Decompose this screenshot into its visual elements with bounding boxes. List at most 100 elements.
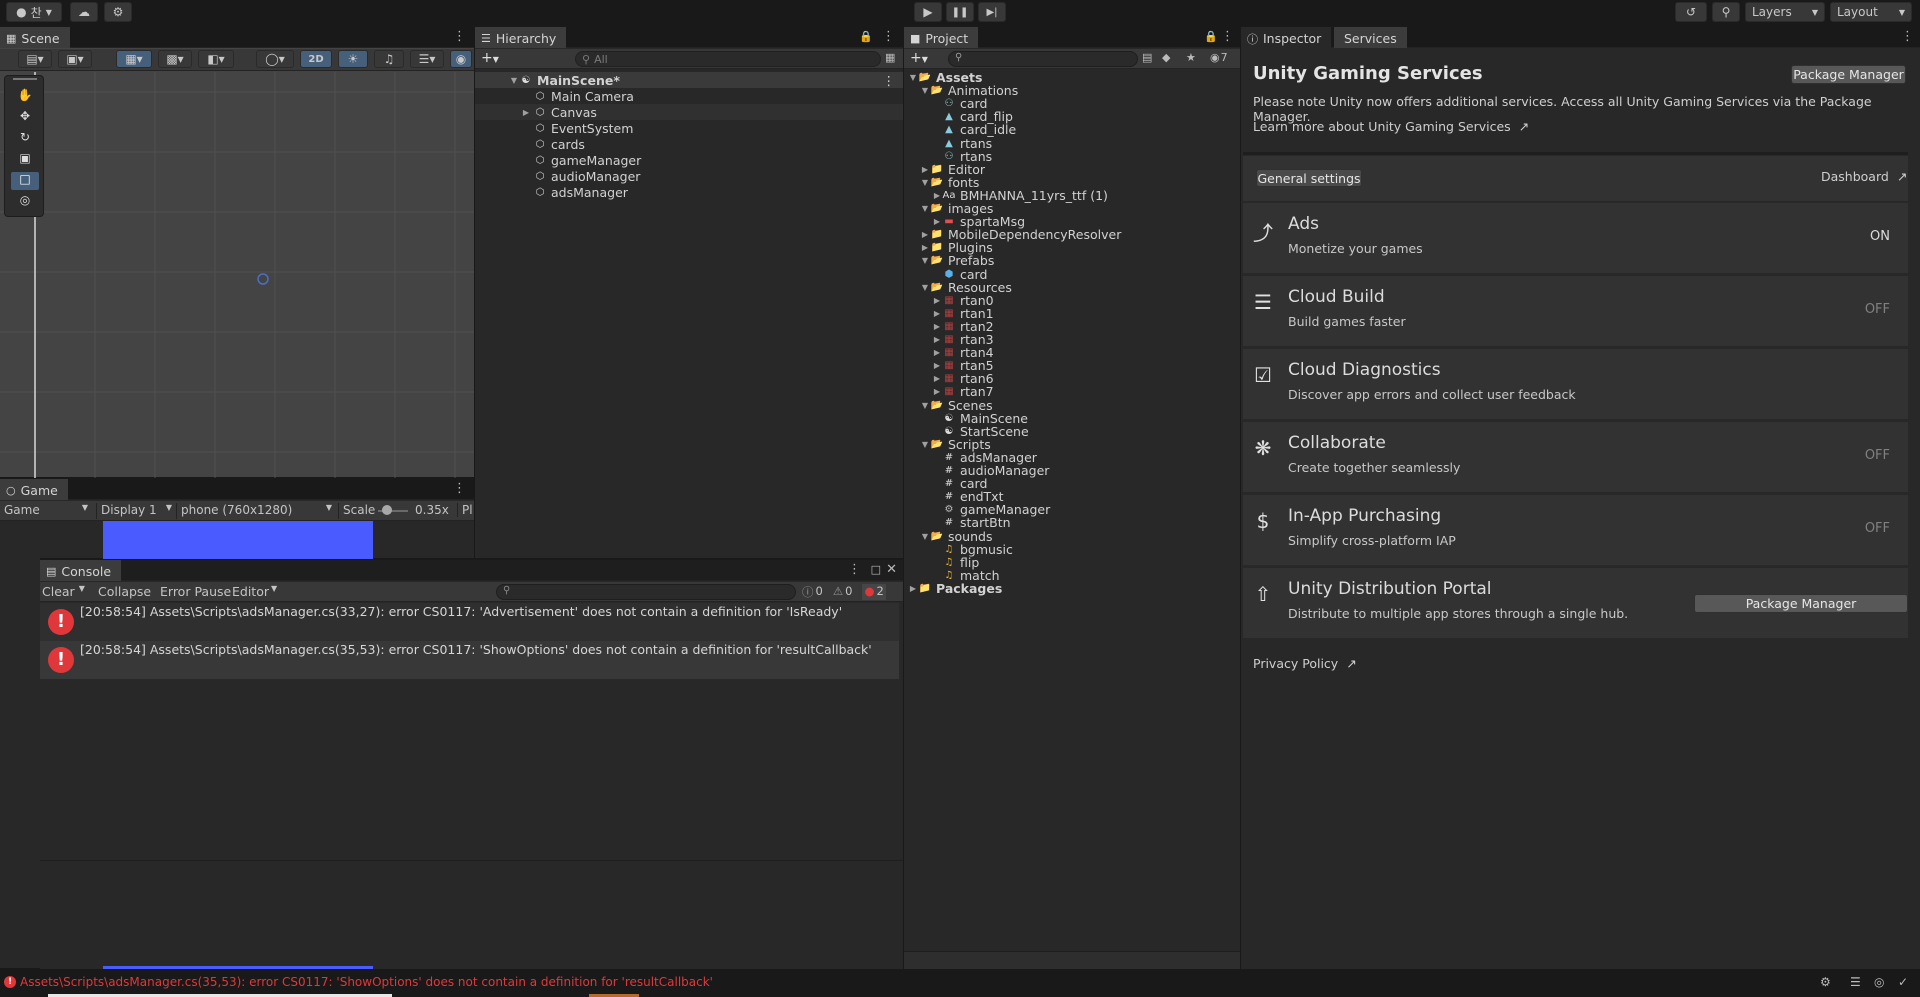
project-item[interactable]: ▼ 📂 fonts — [904, 175, 1240, 190]
expand-arrow-icon[interactable]: ▶ — [932, 387, 942, 396]
hierarchy-item[interactable]: ⬡ gameManager — [475, 152, 903, 168]
hand-tool-icon[interactable]: ✋ — [11, 88, 39, 106]
tab-scene[interactable]: ▦ Scene — [0, 27, 70, 48]
expand-arrow-icon[interactable]: ▼ — [509, 76, 519, 85]
scene-viewport[interactable] — [0, 72, 474, 478]
kebab-menu-icon[interactable]: ⋮ — [1901, 30, 1914, 43]
hierarchy-search-input[interactable]: ⚲ All — [575, 51, 881, 67]
project-item[interactable]: ▲ card_idle — [904, 122, 1240, 137]
tab-hierarchy[interactable]: ☰ Hierarchy — [475, 27, 567, 48]
service-state[interactable]: OFF — [1865, 302, 1890, 317]
project-item[interactable]: ▶ ▦ rtan6 — [904, 371, 1240, 386]
kebab-menu-icon[interactable]: ⋮ — [1221, 30, 1234, 43]
expand-arrow-icon[interactable]: ▶ — [932, 348, 942, 357]
expand-arrow-icon[interactable]: ▶ — [920, 165, 930, 174]
auto-generate-lighting-icon[interactable]: ◎ — [1874, 975, 1884, 989]
scale-tool-icon[interactable]: ▣ — [11, 151, 39, 169]
error-filter-button[interactable]: ● 2 — [862, 584, 886, 600]
expand-arrow-icon[interactable]: ▼ — [920, 256, 930, 265]
service-row[interactable]: ☰ Cloud Build Build games faster OFF — [1243, 276, 1908, 346]
kebab-menu-icon[interactable]: ⋮ — [848, 563, 861, 576]
drag-handle-icon[interactable] — [13, 78, 37, 80]
align-icon[interactable]: ◧▾ — [198, 50, 234, 68]
orientation-icon[interactable]: ▣▾ — [58, 50, 92, 68]
effects-icon[interactable]: ☰▾ — [410, 50, 444, 68]
console-message-row[interactable]: ! [20:58:54] Assets\Scripts\adsManager.c… — [40, 641, 899, 679]
tab-inspector[interactable]: ⓘ Inspector — [1241, 27, 1332, 48]
expand-arrow-icon[interactable]: ▶ — [932, 374, 942, 383]
hierarchy-item[interactable]: ⬡ adsManager — [475, 184, 903, 200]
expand-arrow-icon[interactable]: ▼ — [920, 204, 930, 213]
project-item[interactable]: ▶ ▦ rtan0 — [904, 293, 1240, 308]
expand-arrow-icon[interactable]: ▶ — [932, 296, 942, 305]
project-item[interactable]: ▶ ▦ rtan7 — [904, 384, 1240, 399]
play-button[interactable]: ▶ — [914, 2, 942, 22]
error-pause-button[interactable]: Error Pause — [160, 584, 231, 599]
learn-more-link[interactable]: Learn more about Unity Gaming Services ↗ — [1253, 119, 1529, 134]
service-state[interactable]: OFF — [1865, 521, 1890, 536]
project-item[interactable]: ♫ match — [904, 568, 1240, 583]
transform-tool-icon[interactable]: ◎ — [11, 193, 39, 211]
game-view-canvas[interactable] — [103, 521, 373, 559]
project-item[interactable]: ▼ 📂 Resources — [904, 280, 1240, 295]
shading-mode-icon[interactable]: ◯▾ — [256, 50, 294, 68]
move-tool-icon[interactable]: ✥ — [11, 109, 39, 127]
warning-filter-button[interactable]: ⚠ 0 — [833, 584, 853, 600]
tab-game[interactable]: ○ Game — [0, 479, 68, 500]
cache-server-icon[interactable]: ☰ — [1850, 975, 1861, 989]
service-row[interactable]: ⤴ Ads Monetize your games ON — [1243, 203, 1908, 273]
project-item[interactable]: ▶ ▦ rtan3 — [904, 332, 1240, 347]
scene-row[interactable]: ▼ ☯ MainScene* ⋮ — [475, 72, 903, 88]
expand-arrow-icon[interactable]: ▶ — [932, 322, 942, 331]
layout-dropdown[interactable]: Layout ▼ — [1830, 2, 1912, 22]
project-item[interactable]: ▶ 📁 MobileDependencyResolver — [904, 227, 1240, 242]
project-item[interactable]: ☯ MainScene — [904, 411, 1240, 426]
project-item[interactable]: ▼ 📂 Scenes — [904, 398, 1240, 413]
log-filter-button[interactable]: ⓘ 0 — [802, 584, 823, 600]
console-divider[interactable] — [40, 860, 903, 861]
project-item[interactable]: ▶ ▦ rtan5 — [904, 358, 1240, 373]
search-icon[interactable]: ⚲ — [1712, 2, 1740, 22]
step-button[interactable]: ▶| — [978, 2, 1006, 22]
service-state[interactable]: ON — [1870, 229, 1890, 244]
lock-icon[interactable]: 🔒 — [1204, 30, 1218, 43]
privacy-policy-link[interactable]: Privacy Policy ↗ — [1253, 656, 1357, 671]
display-select[interactable]: Display 1 ▼ — [96, 503, 172, 519]
expand-arrow-icon[interactable]: ▼ — [920, 178, 930, 187]
pause-button[interactable]: ❚❚ — [946, 2, 974, 22]
project-item[interactable]: ☯ StartScene — [904, 424, 1240, 439]
project-item[interactable]: ♫ flip — [904, 555, 1240, 570]
scene-visibility-icon[interactable]: ▦ — [885, 51, 895, 64]
project-item[interactable]: ▶ ▦ rtan1 — [904, 306, 1240, 321]
cloud-icon[interactable]: ☁ — [70, 2, 98, 22]
project-item[interactable]: ▶ Aa BMHANNA_11yrs_ttf (1) — [904, 188, 1240, 203]
search-by-label-icon[interactable]: ◆ — [1162, 51, 1170, 64]
collab-icon[interactable]: ⚙ — [104, 2, 132, 22]
game-view-select[interactable]: Game ▼ — [4, 503, 88, 519]
project-item[interactable]: # audioManager — [904, 463, 1240, 478]
expand-arrow-icon[interactable]: ▼ — [920, 440, 930, 449]
check-icon[interactable]: ✓ — [1898, 975, 1908, 989]
project-item[interactable]: ▲ card_flip — [904, 109, 1240, 124]
project-item[interactable]: # card — [904, 476, 1240, 491]
tab-services[interactable]: Services — [1334, 27, 1407, 48]
project-item[interactable]: ⚇ card — [904, 96, 1240, 111]
hierarchy-item[interactable]: ⬡ cards — [475, 136, 903, 152]
project-item[interactable]: ♫ bgmusic — [904, 542, 1240, 557]
project-item[interactable]: ⚇ rtans — [904, 149, 1240, 164]
tab-project[interactable]: ■ Project — [904, 27, 979, 48]
kebab-menu-icon[interactable]: ⋮ — [883, 73, 896, 88]
maximize-icon[interactable]: □ — [871, 563, 881, 576]
project-item[interactable]: ▶ ▬ spartaMsg — [904, 214, 1240, 229]
undo-history-icon[interactable]: ↺ — [1675, 2, 1707, 22]
project-item[interactable]: # adsManager — [904, 450, 1240, 465]
project-item[interactable]: ▶ ▦ rtan2 — [904, 319, 1240, 334]
expand-arrow-icon[interactable]: ▶ — [932, 361, 942, 370]
add-icon[interactable]: +▼ — [910, 50, 928, 66]
udp-package-manager-button[interactable]: Package Manager — [1694, 594, 1908, 613]
expand-arrow-icon[interactable]: ▼ — [920, 86, 930, 95]
rect-tool-icon[interactable]: □ — [11, 172, 39, 190]
hidden-packages-toggle[interactable]: ◉ 7 — [1210, 51, 1228, 64]
service-row[interactable]: ❋ Collaborate Create together seamlessly OF… — [1243, 422, 1908, 492]
rotate-tool-icon[interactable]: ↻ — [11, 130, 39, 148]
